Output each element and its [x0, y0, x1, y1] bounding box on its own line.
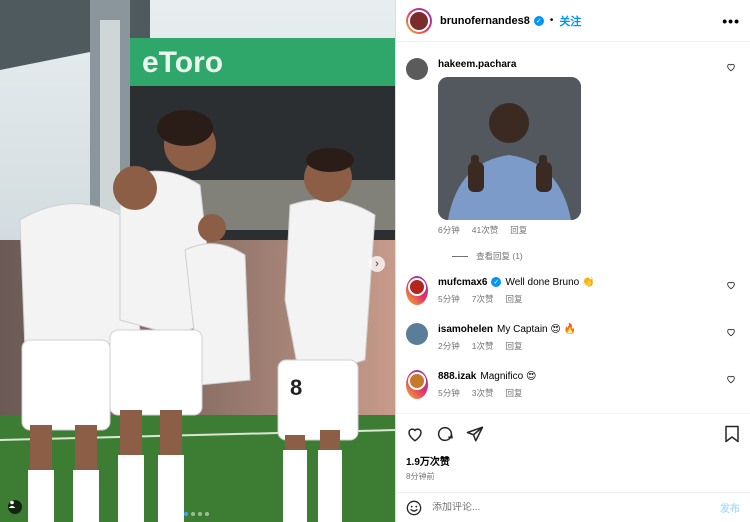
post-time: 8分钟前 [406, 472, 435, 481]
author-avatar[interactable] [406, 7, 432, 34]
post-photo[interactable]: 8 eToro › [0, 0, 395, 522]
comment-input[interactable] [432, 502, 720, 513]
sponsor-banner: eToro [142, 46, 223, 79]
reply-button[interactable]: 回复 [505, 293, 522, 305]
comment-likes[interactable]: 1次赞 [472, 340, 494, 352]
next-image-button[interactable]: › [369, 256, 385, 272]
verified-icon: ✓ [533, 15, 544, 26]
comment-gif[interactable] [438, 77, 581, 220]
tagged-user-icon[interactable] [8, 500, 22, 514]
post-actions [396, 413, 750, 453]
commenter-username[interactable]: mufcmax6 [438, 277, 487, 288]
comment-item: isamohelen My Captain 😍 🔥 2分钟 1次赞 回复 [406, 323, 740, 352]
author-username[interactable]: brunofernandes8 [440, 15, 530, 27]
comment-text: My Captain 😍 🔥 [497, 324, 577, 335]
comment-time: 2分钟 [438, 341, 460, 351]
reply-button[interactable]: 回复 [510, 224, 527, 236]
post-dialog: 8 eToro › brunofernandes8 ✓ • 关注 ••• hak… [0, 0, 750, 522]
carousel-dots [184, 512, 209, 516]
like-comment-icon[interactable] [726, 280, 736, 290]
comment-likes[interactable]: 41次赞 [472, 224, 498, 236]
carousel-dot [198, 512, 202, 516]
svg-text:8: 8 [290, 375, 302, 400]
commenter-username[interactable]: isamohelen [438, 324, 493, 335]
share-icon[interactable] [466, 425, 484, 443]
like-comment-icon[interactable] [726, 62, 736, 72]
like-icon[interactable] [406, 425, 424, 443]
comment-time: 5分钟 [438, 294, 460, 304]
post-sidebar: brunofernandes8 ✓ • 关注 ••• hakeem.pachar… [395, 0, 750, 522]
likes-count[interactable]: 1.9万次赞 [396, 453, 750, 468]
like-comment-icon[interactable] [726, 327, 736, 337]
comment-time: 5分钟 [438, 388, 460, 398]
comment-likes[interactable]: 7次赞 [472, 293, 494, 305]
commenter-username[interactable]: hakeem.pachara [438, 59, 516, 70]
carousel-dot [184, 512, 188, 516]
view-replies-button[interactable]: 查看回复 (1) [452, 250, 740, 262]
more-options-icon[interactable]: ••• [722, 13, 740, 29]
carousel-dot [205, 512, 209, 516]
commenter-avatar[interactable] [406, 370, 428, 399]
commenter-avatar[interactable] [406, 276, 428, 305]
follow-button[interactable]: 关注 [559, 13, 581, 29]
comment-icon[interactable] [436, 425, 454, 443]
carousel-dot [191, 512, 195, 516]
comment-item: 888.izak Magnifico 😍 5分钟 3次赞 回复 [406, 370, 740, 399]
commenter-username[interactable]: 888.izak [438, 371, 476, 382]
like-comment-icon[interactable] [726, 374, 736, 384]
comment-item: hakeem.pachara 6分钟 41次赞 回复 [406, 58, 740, 236]
comment-item: mufcmax6 ✓ Well done Bruno 👏 5分钟 7次赞 回复 [406, 276, 740, 305]
save-bookmark-icon[interactable] [724, 425, 740, 443]
view-replies-label: 查看回复 (1) [476, 251, 523, 261]
svg-text:eToro: eToro [142, 46, 223, 79]
comment-text: Magnifico 😍 [480, 371, 537, 382]
replies-line [452, 255, 468, 257]
comment-time: 6分钟 [438, 225, 460, 235]
commenter-avatar[interactable] [406, 58, 428, 80]
reply-button[interactable]: 回复 [505, 340, 522, 352]
comment-likes[interactable]: 3次赞 [472, 387, 494, 399]
smile-icon[interactable] [406, 500, 422, 516]
comment-text: Well done Bruno 👏 [505, 277, 595, 288]
post-comment-button[interactable]: 发布 [720, 500, 740, 515]
commenter-avatar[interactable] [406, 323, 428, 345]
reply-button[interactable]: 回复 [505, 387, 522, 399]
verified-icon: ✓ [491, 277, 502, 288]
separator-dot: • [549, 15, 554, 26]
comment-list: hakeem.pachara 6分钟 41次赞 回复 查看回复 (1) mufc… [396, 42, 750, 413]
add-comment-bar: 发布 [396, 492, 750, 522]
post-header: brunofernandes8 ✓ • 关注 ••• [396, 0, 750, 42]
